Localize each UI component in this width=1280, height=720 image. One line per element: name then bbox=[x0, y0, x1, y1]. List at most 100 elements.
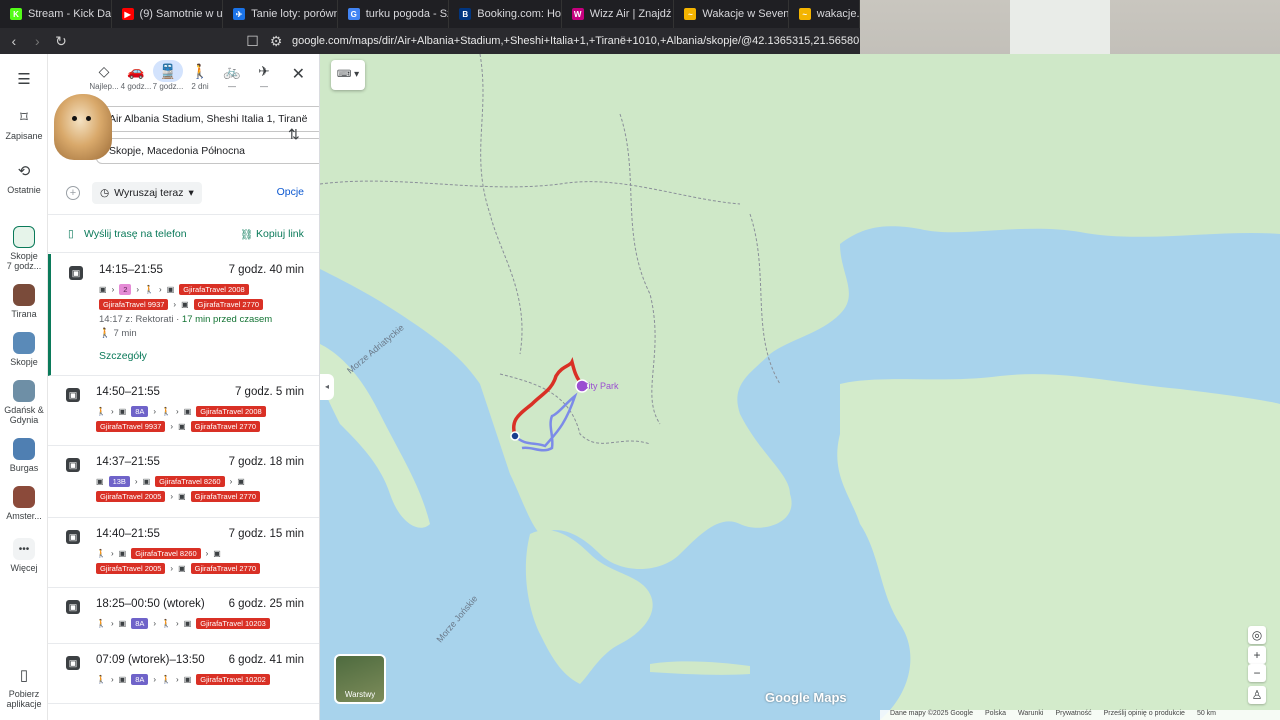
map-footer-item[interactable]: Prywatność bbox=[1055, 710, 1091, 720]
swap-icon[interactable]: ⇅ bbox=[288, 126, 300, 143]
place-thumbnail bbox=[13, 332, 35, 354]
close-icon[interactable]: ✕ bbox=[292, 64, 305, 84]
route-step-icon: 🚶 bbox=[96, 406, 106, 416]
rail-place-label: Tirana bbox=[11, 309, 37, 319]
place-thumbnail bbox=[13, 486, 35, 508]
route-steps: 🚶 › ▣ 8A › 🚶 › ▣ GjirafaTravel 2008 bbox=[96, 404, 266, 418]
sticker-eye bbox=[86, 116, 91, 121]
reload-icon[interactable]: ↻ bbox=[51, 31, 71, 51]
city-park-label[interactable]: City Park bbox=[582, 381, 619, 391]
send-to-phone-link[interactable]: Wyślij trasę na telefon bbox=[84, 228, 187, 240]
back-icon[interactable]: ‹ bbox=[4, 31, 24, 51]
route-step-icon: ▣ bbox=[118, 618, 127, 628]
cycling-mode[interactable]: 🚲 — bbox=[216, 60, 248, 92]
route-step-icon: › bbox=[111, 284, 115, 294]
best-route-mode[interactable]: ◇ Najlep... bbox=[88, 60, 120, 92]
browser-tab[interactable]: K Stream - Kick Dashbo bbox=[0, 0, 112, 28]
route-option[interactable]: ▣ 14:15–21:55 7 godz. 40 min ▣ › 2 › 🚶 › ▣ Gjirafa… bbox=[48, 254, 319, 376]
rail-place-label: Amster... bbox=[6, 511, 42, 521]
map-canvas[interactable]: City Park Morze Adriatyckie Morze Joński… bbox=[320, 54, 1280, 720]
tab-label: turku pogoda - Szukaj bbox=[365, 8, 449, 20]
browser-tab[interactable]: ▶ (9) Samotnie w ukraiń bbox=[112, 0, 224, 28]
mode-duration-label: 7 godz... bbox=[152, 82, 184, 91]
copy-link-button[interactable]: Kopiuj link bbox=[256, 228, 304, 240]
browser-tab[interactable]: ~ wakacje.pl bbox=[789, 0, 860, 28]
tab-favicon-icon: ~ bbox=[798, 8, 811, 20]
destination-input[interactable]: Skopje, Macedonia Północna bbox=[96, 138, 319, 164]
menu-button[interactable]: ☰ bbox=[0, 68, 48, 93]
browser-tab[interactable]: B Booking.com: Hotele - bbox=[449, 0, 562, 28]
my-location-icon[interactable]: ◎ bbox=[1248, 626, 1266, 644]
route-steps: 🚶 › ▣ 8A › 🚶 › ▣ GjirafaTravel 10203 bbox=[96, 616, 270, 630]
add-stop-icon[interactable]: + bbox=[66, 186, 80, 200]
keyboard-icon[interactable]: ⌨ ▾ bbox=[331, 60, 365, 90]
browser-tab[interactable]: W Wizz Air | Znajdź bezp bbox=[562, 0, 675, 28]
map-footer-item[interactable]: Warunki bbox=[1018, 710, 1043, 720]
walking-mode[interactable]: 🚶 2 dni bbox=[184, 60, 216, 92]
url-field[interactable]: google.com/maps/dir/Air+Albania+Stadium,… bbox=[292, 35, 860, 47]
rail-recent-place[interactable]: Skopje bbox=[0, 332, 48, 367]
map-footer-item[interactable]: 50 km bbox=[1197, 710, 1216, 720]
details-link[interactable]: Szczegóły bbox=[99, 350, 147, 362]
layers-button[interactable]: Warstwy bbox=[334, 654, 386, 704]
route-step-icon: › bbox=[159, 284, 162, 294]
origin-marker bbox=[510, 431, 520, 441]
menu-icon: ☰ bbox=[17, 71, 31, 88]
rail-place-label: Gdańsk & bbox=[4, 405, 44, 415]
collapse-panel-button[interactable]: ◂ bbox=[320, 374, 334, 400]
divider bbox=[48, 214, 319, 215]
saved-button[interactable]: ⌑ Zapisane bbox=[0, 106, 48, 141]
route-step-icon: › bbox=[110, 406, 114, 416]
browser-tab[interactable]: ~ Wakacje w Seven Hills bbox=[674, 0, 789, 28]
share-row: ▯ Wyślij trasę na telefon ⛓ Kopiuj link bbox=[48, 226, 319, 244]
transit-line-chip: 8A bbox=[131, 673, 149, 685]
driving-icon: 🚗 bbox=[127, 62, 145, 79]
land-anatolia bbox=[837, 374, 1280, 720]
transit-mode[interactable]: 🚆 7 godz... bbox=[152, 60, 184, 91]
rail-recent-place[interactable]: Gdańsk & Gdynia bbox=[0, 380, 48, 425]
recent-button[interactable]: ⟲ Ostatnie bbox=[0, 160, 48, 195]
zoom-out-button[interactable]: − bbox=[1248, 664, 1266, 682]
route-option[interactable]: ▣ 07:09 (wtorek)–13:50 6 godz. 41 min 🚶 › ▣ 8A… bbox=[48, 644, 319, 704]
rail-place-label: Skopje bbox=[10, 357, 38, 367]
transit-line-chip: 13B bbox=[108, 475, 130, 487]
transit-icon bbox=[13, 226, 35, 248]
route-step-icon: ▣ bbox=[96, 476, 104, 486]
depart-time-button[interactable]: ◷ Wyruszaj teraz ▾ bbox=[92, 182, 202, 204]
link-icon: ⛓ bbox=[240, 229, 254, 241]
route-step-icon: ▣ bbox=[142, 476, 151, 486]
options-link[interactable]: Opcje bbox=[277, 186, 304, 198]
route-step-icon: › bbox=[170, 491, 174, 501]
get-app-button[interactable]: ▯ Pobierz aplikacje bbox=[0, 664, 48, 709]
driving-mode[interactable]: 🚗 4 godz... bbox=[120, 60, 152, 92]
pegman-icon[interactable]: ♙ bbox=[1248, 686, 1266, 704]
transit-line-chip: GjirafaTravel 2770 bbox=[193, 298, 264, 310]
rail-recent-place[interactable]: Tirana bbox=[0, 284, 48, 319]
bookmark-icon[interactable]: ☐ bbox=[243, 31, 263, 51]
rail-recent-place[interactable]: Amster... bbox=[0, 486, 48, 521]
browser-tab[interactable]: ✈ Tanie loty: porównaj i z bbox=[223, 0, 338, 28]
more-button[interactable]: ••• Więcej bbox=[0, 538, 48, 573]
route-steps: GjirafaTravel 9937 › ▣ GjirafaTravel 2770 bbox=[96, 419, 261, 433]
route-step-icon: 🚶 bbox=[161, 618, 172, 628]
flight-mode[interactable]: ✈ — bbox=[248, 60, 280, 92]
origin-input[interactable]: Air Albania Stadium, Sheshi Italia 1, Ti… bbox=[96, 106, 319, 132]
route-option[interactable]: ▣ 14:40–21:55 7 godz. 15 min 🚶 › ▣ GjirafaTrav… bbox=[48, 518, 319, 588]
route-option[interactable]: ▣ 14:50–21:55 7 godz. 5 min 🚶 › ▣ 8A › 🚶 › ▣ Gjiraf… bbox=[48, 376, 319, 446]
map-footer-item[interactable]: Polska bbox=[985, 710, 1006, 720]
route-duration: 6 godz. 41 min bbox=[228, 654, 304, 666]
browser-tab[interactable]: Gturku pogoda - Szukaj bbox=[338, 0, 450, 28]
transit-line-chip: GjirafaTravel 2008 bbox=[196, 405, 266, 417]
transit-line-chip: GjirafaTravel 2008 bbox=[179, 283, 249, 295]
map-footer-item[interactable]: Prześlij opinię o produkcie bbox=[1104, 710, 1185, 720]
rail-recent-place[interactable]: Skopje 7 godz... bbox=[0, 226, 48, 271]
route-option[interactable]: ▣ 18:25–00:50 (wtorek) 6 godz. 25 min 🚶 › ▣ 8A… bbox=[48, 588, 319, 644]
transit-line-chip: GjirafaTravel 8260 bbox=[131, 547, 201, 559]
maps-side-rail: ☰ ⌑ Zapisane ⟲ Ostatnie Skopje 7 godz... T… bbox=[0, 54, 48, 720]
zoom-in-button[interactable]: + bbox=[1248, 646, 1266, 664]
rail-recent-place[interactable]: Burgas bbox=[0, 438, 48, 473]
transit-line-chip: GjirafaTravel 2005 bbox=[96, 490, 166, 502]
site-settings-icon[interactable]: ⚙ bbox=[266, 31, 286, 51]
forward-icon[interactable]: › bbox=[28, 31, 48, 51]
route-option[interactable]: ▣ 14:37–21:55 7 godz. 18 min ▣ 13B › ▣ GjirafaT… bbox=[48, 446, 319, 518]
